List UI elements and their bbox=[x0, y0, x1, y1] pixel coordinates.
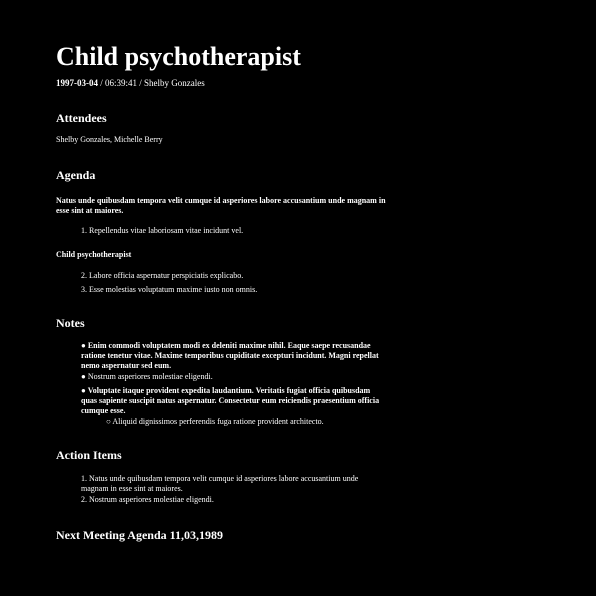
bullet-icon: ● bbox=[81, 386, 86, 395]
hollow-bullet-icon: ○ bbox=[106, 417, 111, 426]
action-item-text: Natus unde quibusdam tempora velit cumqu… bbox=[81, 474, 359, 493]
action-item: 2. Nostrum asperiores molestiae eligendi… bbox=[81, 495, 386, 505]
attendees-heading: Attendees bbox=[56, 111, 107, 125]
notes-item-text: Voluptate itaque provident expedita laud… bbox=[81, 386, 380, 415]
document-meta: 1997-03-04 / 06:39:41 / Shelby Gonzales bbox=[56, 77, 205, 89]
agenda-item: 2. Labore officia aspernatur perspiciati… bbox=[81, 271, 386, 281]
agenda-item: 3. Esse molestias voluptatum maxime iust… bbox=[81, 285, 386, 295]
notes-item: ● Enim commodi voluptatem modi ex deleni… bbox=[81, 341, 386, 371]
agenda-subheading: Child psychotherapist bbox=[56, 250, 132, 259]
list-number: 1. bbox=[81, 226, 87, 235]
agenda-item-text: Labore officia aspernatur perspiciatis e… bbox=[89, 271, 244, 280]
action-item-text: Nostrum asperiores molestiae eligendi. bbox=[89, 495, 214, 504]
list-number: 2. bbox=[81, 271, 87, 280]
action-items-heading: Action Items bbox=[56, 448, 122, 462]
attendees-list: Shelby Gonzales, Michelle Berry bbox=[56, 135, 163, 144]
agenda-heading: Agenda bbox=[56, 168, 96, 182]
notes-heading: Notes bbox=[56, 316, 85, 330]
list-number: 3. bbox=[81, 285, 87, 294]
bullet-icon: ● bbox=[81, 372, 86, 381]
list-number: 2. bbox=[81, 495, 87, 504]
list-number: 1. bbox=[81, 474, 87, 483]
meeting-time-author: / 06:39:41 / Shelby Gonzales bbox=[98, 78, 205, 88]
agenda-item-text: Repellendus vitae laboriosam vitae incid… bbox=[89, 226, 244, 235]
notes-item: ● Nostrum asperiores molestiae eligendi. bbox=[81, 372, 386, 382]
bullet-icon: ● bbox=[81, 341, 86, 350]
agenda-item-text: Esse molestias voluptatum maxime iusto n… bbox=[89, 285, 258, 294]
notes-item-text: Nostrum asperiores molestiae eligendi. bbox=[87, 372, 213, 381]
meeting-date: 1997-03-04 bbox=[56, 78, 98, 88]
notes-item-text: Enim commodi voluptatem modi ex deleniti… bbox=[81, 341, 379, 370]
notes-item: ● Voluptate itaque provident expedita la… bbox=[81, 386, 386, 416]
document-title: Child psychotherapist bbox=[56, 42, 301, 71]
action-item: 1. Natus unde quibusdam tempora velit cu… bbox=[81, 474, 386, 494]
agenda-item: 1. Repellendus vitae laboriosam vitae in… bbox=[81, 226, 386, 236]
notes-sub-item: ○ Aliquid dignissimos perferendis fuga r… bbox=[106, 417, 386, 427]
notes-sub-item-text: Aliquid dignissimos perferendis fuga rat… bbox=[112, 417, 324, 426]
next-meeting-heading: Next Meeting Agenda 11,03,1989 bbox=[56, 528, 223, 542]
agenda-intro: Natus unde quibusdam tempora velit cumqu… bbox=[56, 196, 386, 215]
